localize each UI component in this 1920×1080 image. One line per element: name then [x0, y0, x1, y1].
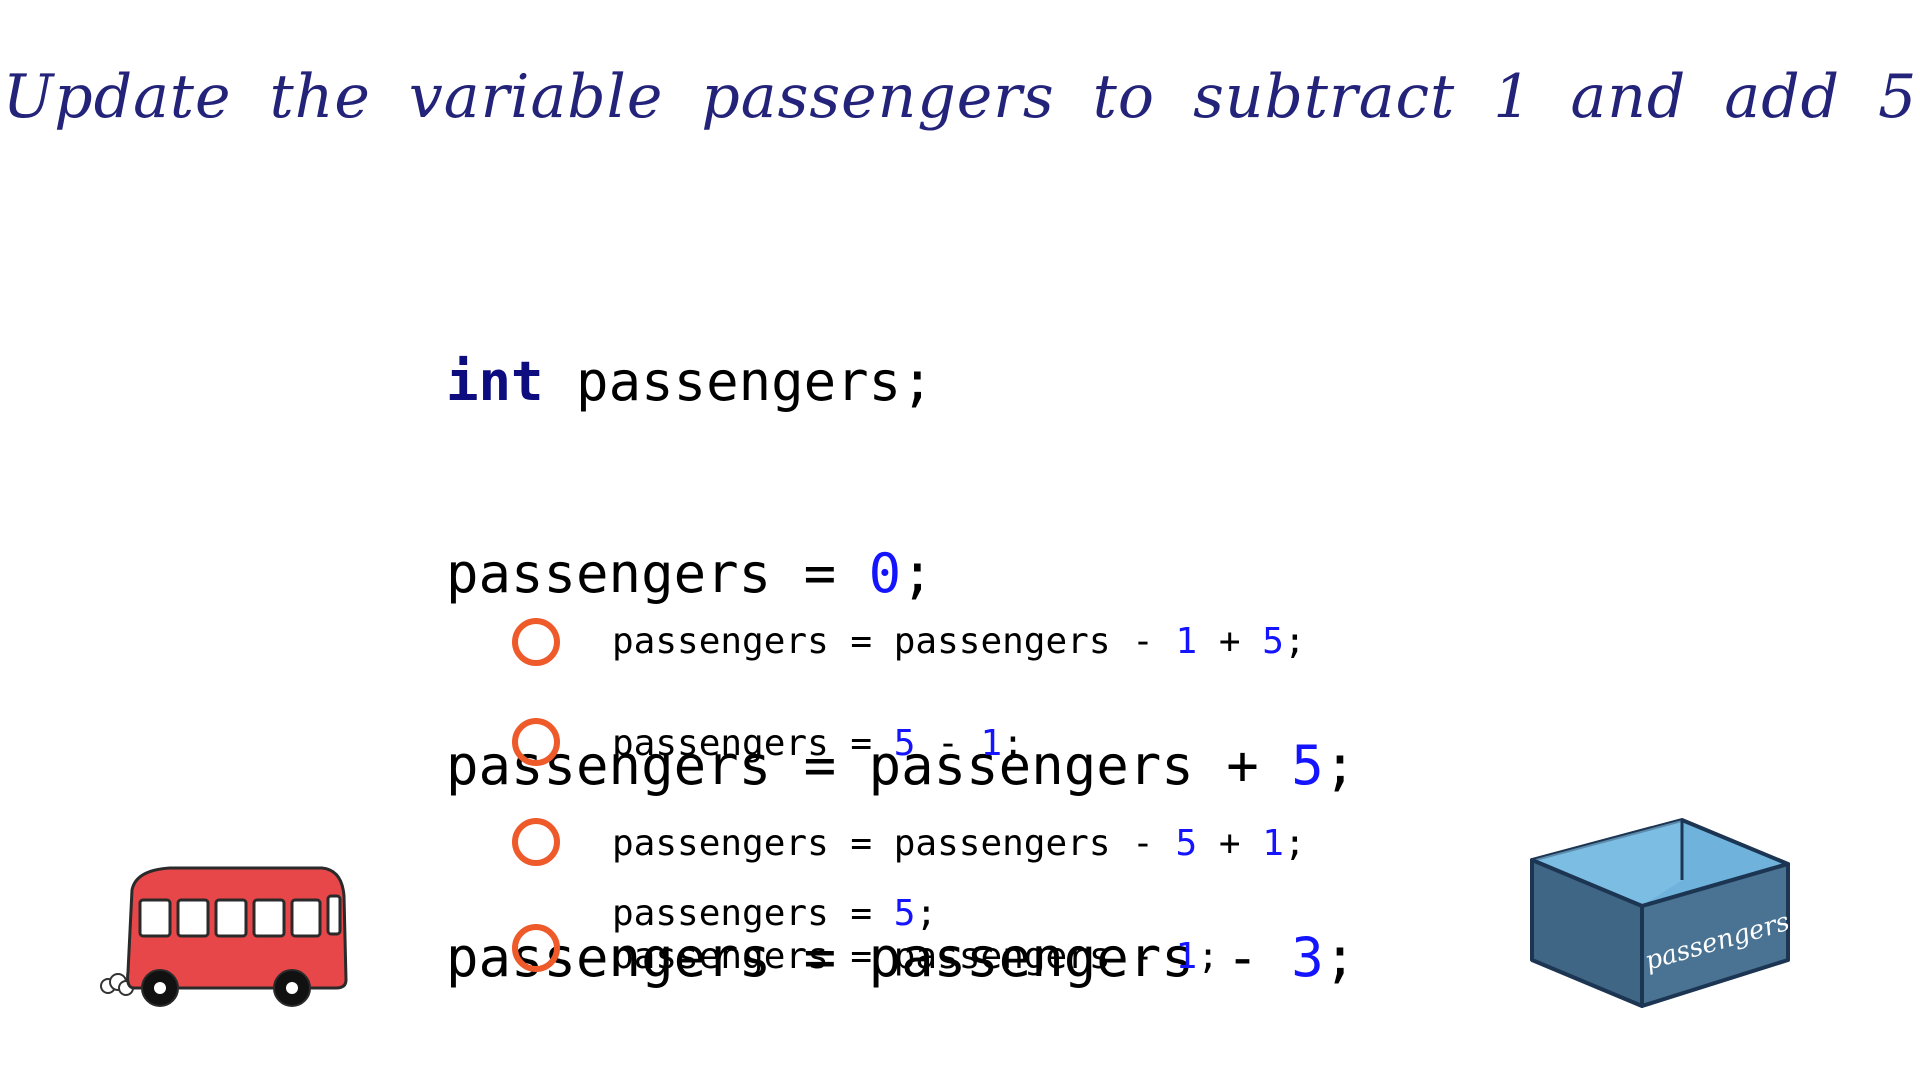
option-number: 5 [1175, 823, 1198, 864]
option-number: 5 [1262, 621, 1284, 662]
option-text: ; [1283, 621, 1306, 662]
answer-option-4[interactable]: passengers = 5; passengers = passengers … [508, 892, 1408, 992]
option-text: ; [1283, 823, 1306, 864]
option-code-line-1: passengers = 5; [612, 892, 937, 935]
answer-option-2[interactable]: passengers = 5 - 1; [508, 712, 1408, 772]
option-text: ; [1197, 936, 1219, 977]
code-number: 0 [868, 542, 902, 605]
code-keyword: int [446, 350, 544, 413]
bus-windows [138, 894, 342, 938]
option-number: 1 [980, 723, 1003, 764]
option-number: 1 [1175, 621, 1198, 662]
option-text: passengers = [612, 893, 894, 934]
option-code: passengers = passengers - 5 + 1; [612, 822, 1306, 865]
option-code: passengers = passengers - 1 + 5; [612, 620, 1306, 663]
option-number: 5 [893, 893, 916, 934]
option-code-line-2: passengers = passengers - 1; [612, 935, 1219, 978]
page-title: Update the variable passengers to subtra… [2, 62, 1918, 132]
option-text: ; [1002, 723, 1024, 764]
option-text: + [1197, 823, 1263, 864]
option-code: passengers = 5 - 1; [612, 722, 1024, 765]
answer-option-1[interactable]: passengers = passengers - 1 + 5; [508, 612, 1408, 672]
code-text: ; [901, 542, 934, 605]
radio-button-2[interactable] [512, 718, 560, 766]
code-line-2: passengers = 0; [446, 542, 1356, 606]
code-line-1: int passengers; [446, 350, 1356, 414]
radio-button-3[interactable] [512, 818, 560, 866]
option-text: passengers = passengers - [612, 936, 1176, 977]
box-icon: passengers [1530, 818, 1793, 1008]
option-number: 1 [1262, 823, 1284, 864]
code-text: passengers = [446, 542, 869, 605]
option-text: - [915, 723, 981, 764]
code-text: passengers; [543, 350, 934, 413]
option-text: + [1197, 621, 1263, 662]
option-number: 5 [893, 723, 916, 764]
answer-option-3[interactable]: passengers = passengers - 5 + 1; [508, 812, 1408, 872]
radio-button-4[interactable] [512, 924, 560, 972]
radio-button-1[interactable] [512, 618, 560, 666]
option-text: passengers = passengers - [612, 823, 1176, 864]
option-number: 1 [1175, 936, 1198, 977]
option-text: passengers = passengers - [612, 621, 1176, 662]
option-text: ; [915, 893, 938, 934]
bus-icon [100, 866, 348, 1007]
option-text: passengers = [612, 723, 894, 764]
